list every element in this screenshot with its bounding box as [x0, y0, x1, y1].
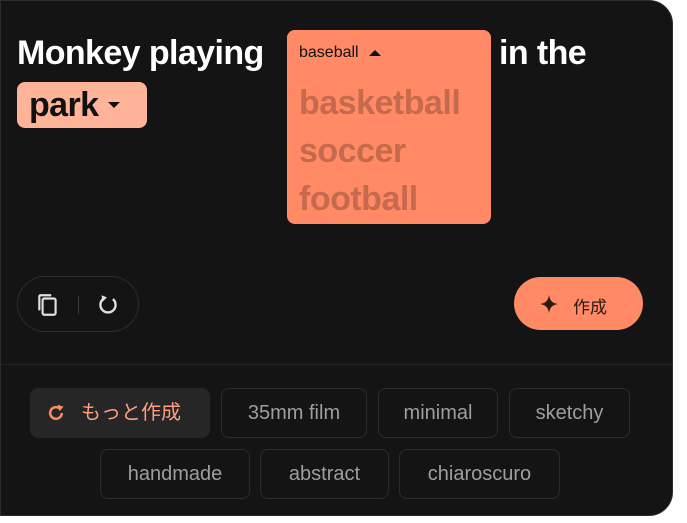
sparkle-icon	[539, 294, 559, 314]
more-button[interactable]: もっと作成	[30, 388, 210, 438]
style-chip-sketchy[interactable]: sketchy	[509, 388, 630, 438]
location-dropdown-chip[interactable]: park	[17, 82, 147, 128]
section-divider	[1, 364, 672, 365]
prompt-text-part1: Monkey playing	[17, 34, 264, 72]
dropdown-option-soccer[interactable]: soccer	[299, 128, 406, 174]
style-chip-handmade[interactable]: handmade	[100, 449, 250, 499]
location-selected-label: park	[29, 86, 99, 124]
options-dropdown: baseball basketball soccer football	[287, 30, 491, 224]
subject-selected-label: baseball	[299, 44, 359, 61]
style-chip-chiaroscuro[interactable]: chiaroscuro	[399, 449, 560, 499]
caret-down-icon	[108, 102, 121, 108]
style-chip-abstract[interactable]: abstract	[260, 449, 389, 499]
copy-icon[interactable]	[35, 292, 61, 318]
style-chip-minimal[interactable]: minimal	[378, 388, 498, 438]
subject-dropdown-chip[interactable]: baseball	[287, 30, 491, 76]
create-button-label: 作成	[573, 298, 607, 317]
more-button-label: もっと作成	[81, 402, 181, 424]
reset-icon[interactable]	[95, 292, 121, 318]
caret-up-icon	[368, 50, 381, 56]
create-button[interactable]: 作成	[514, 277, 643, 330]
prompt-tools-group	[17, 276, 139, 332]
prompt-card: Monkey playing in the baseball basketbal…	[0, 0, 673, 516]
tools-divider	[78, 296, 79, 314]
dropdown-option-basketball[interactable]: basketball	[299, 80, 461, 126]
prompt-text-part2: in the	[499, 34, 587, 72]
dropdown-option-football[interactable]: football	[299, 176, 418, 222]
refresh-icon	[48, 404, 64, 421]
style-chip-35mm-film[interactable]: 35mm film	[221, 388, 367, 438]
